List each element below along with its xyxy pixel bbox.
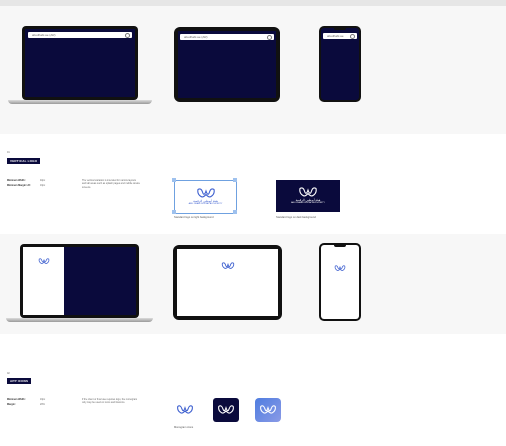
app-icon-caption: Monogram icons [174, 426, 194, 429]
tablet-search-bar[interactable]: abudhabi.ae (AR) [180, 34, 274, 40]
phone-logo [332, 259, 348, 271]
laptop-mockup [20, 244, 139, 318]
selection-handle[interactable] [233, 210, 237, 214]
spec-value: 16px [40, 398, 46, 401]
phone-mockup [319, 243, 361, 321]
phone-notch [334, 28, 346, 30]
laptop-base [6, 318, 153, 322]
phone-search-bar[interactable]: abudhabi.ae [323, 33, 357, 39]
spec-value: 20% [40, 403, 45, 406]
section-number: 02 [7, 372, 10, 375]
tablet-mockup: abudhabi.ae (AR) [174, 27, 280, 102]
search-icon [350, 34, 355, 39]
monogram-icon [177, 405, 193, 414]
monogram-icon [299, 187, 317, 197]
monogram-icon [218, 405, 234, 414]
laptop-screen-dark [64, 247, 136, 315]
logo-dark-caption: Standard logo on dark background [276, 216, 316, 219]
app-icons-tag: APP ICONS [7, 378, 32, 384]
monogram-icon [334, 265, 346, 271]
vertical-logo-tag: VERTICAL LOGO [7, 158, 41, 164]
app-icons-band [0, 334, 506, 446]
selection-handle[interactable] [172, 178, 176, 182]
monogram-icon [221, 262, 235, 269]
tablet-logo [217, 257, 239, 271]
spec-label: Minimum Width: [7, 179, 26, 182]
monogram-icon [196, 188, 215, 198]
logo-light-frame[interactable]: هيئة أبوظبي الرقمية ABU DHABI DIGITAL AU… [174, 180, 237, 214]
search-icon [125, 33, 130, 38]
app-icon-gradient [255, 398, 281, 422]
monogram-icon [38, 258, 50, 264]
app-icon-outline [174, 400, 196, 420]
laptop-mockup: abudhabi.ae (AR) [22, 26, 138, 100]
tablet-screen [178, 31, 276, 98]
tablet-mockup [173, 245, 282, 320]
section-number: 01 [7, 151, 10, 154]
phone-notch [334, 245, 346, 247]
spec-value: 40px [40, 179, 46, 182]
phone-mockup: abudhabi.ae [319, 26, 361, 102]
section-description: The vertical variation is intended for n… [82, 179, 140, 189]
logo-english-text: ABU DHABI DIGITAL AUTHORITY [188, 203, 223, 205]
tablet-search-placeholder: abudhabi.ae (AR) [184, 34, 208, 39]
logo-dark-frame: هيئة أبوظبي الرقمية ABU DHABI DIGITAL AU… [276, 180, 340, 212]
laptop-search-placeholder: abudhabi.ae (AR) [32, 32, 56, 37]
laptop-screen [25, 29, 135, 97]
logo-light-caption: Standard logo on light background [174, 216, 214, 219]
phone-search-placeholder: abudhabi.ae [327, 33, 344, 38]
spec-label: Minimum Margin LR: [7, 184, 31, 187]
spec-label: Margin: [7, 403, 16, 406]
vertical-logo-band [0, 134, 506, 234]
laptop-search-bar[interactable]: abudhabi.ae (AR) [28, 32, 132, 38]
search-icon [267, 35, 272, 40]
app-icon-navy [213, 398, 239, 422]
spec-value: 16px [40, 184, 46, 187]
selection-handle[interactable] [233, 178, 237, 182]
monogram-icon [260, 405, 276, 414]
laptop-base [8, 100, 152, 104]
phone-screen [321, 245, 359, 319]
laptop-logo [34, 252, 54, 264]
spec-label: Minimum Width: [7, 398, 26, 401]
logo-english-text: ABU DHABI DIGITAL AUTHORITY [291, 202, 325, 204]
section-description: If the client or final use requires logo… [82, 398, 138, 405]
selection-handle[interactable] [172, 210, 176, 214]
